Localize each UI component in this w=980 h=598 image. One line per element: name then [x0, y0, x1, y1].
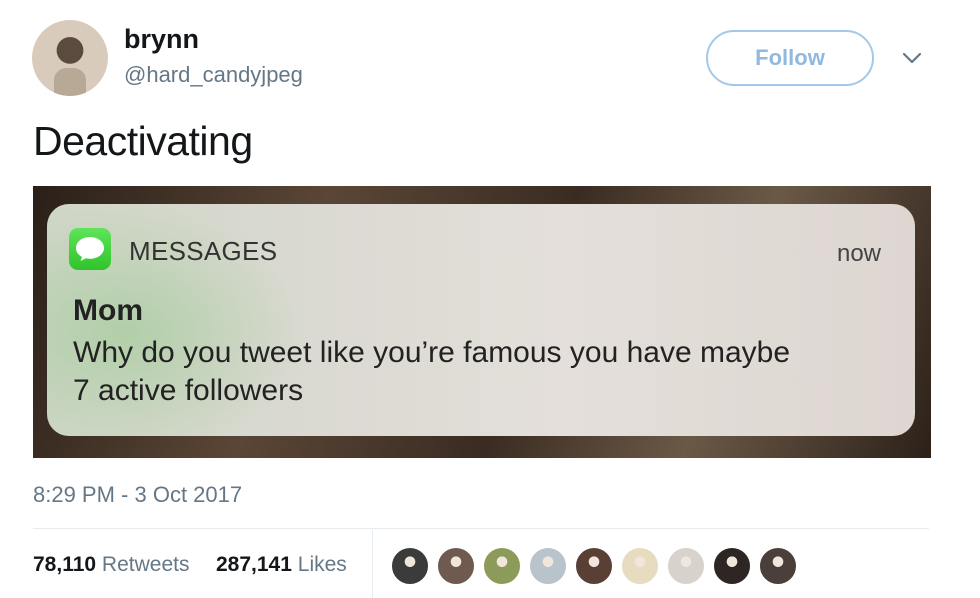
divider — [33, 528, 929, 529]
likes-label: Likes — [297, 553, 347, 576]
likes-count: 287,141 — [216, 553, 292, 576]
retweets-label: Retweets — [101, 553, 190, 576]
messages-icon — [69, 228, 111, 270]
tweet-text: Deactivating — [33, 118, 253, 164]
tweet-media-image[interactable]: MESSAGES now Mom Why do you tweet like y… — [33, 186, 931, 458]
notification-card: MESSAGES now Mom Why do you tweet like y… — [47, 204, 915, 436]
retweets-stat[interactable]: 78,110 Retweets — [33, 553, 189, 577]
liker-avatar[interactable] — [390, 546, 430, 586]
liker-avatar[interactable] — [712, 546, 752, 586]
user-avatar[interactable] — [32, 20, 108, 96]
likes-stat[interactable]: 287,141 Likes — [216, 553, 347, 577]
user-handle[interactable]: @hard_candyjpeg — [124, 62, 303, 88]
follow-button[interactable]: Follow — [706, 30, 874, 86]
notification-app-name: MESSAGES — [129, 236, 278, 266]
liker-avatar[interactable] — [436, 546, 476, 586]
liker-avatar[interactable] — [482, 546, 522, 586]
divider — [372, 530, 373, 598]
chevron-down-icon[interactable] — [900, 46, 924, 70]
notification-sender: Mom — [73, 294, 143, 327]
liker-avatar[interactable] — [666, 546, 706, 586]
liker-avatar[interactable] — [574, 546, 614, 586]
liker-avatar[interactable] — [528, 546, 568, 586]
liker-avatar[interactable] — [758, 546, 798, 586]
tweet-timestamp[interactable]: 8:29 PM - 3 Oct 2017 — [33, 482, 242, 508]
display-name[interactable]: brynn — [124, 24, 199, 55]
retweets-count: 78,110 — [33, 553, 97, 576]
notification-body-line: 7 active followers — [73, 374, 304, 407]
liker-avatar[interactable] — [620, 546, 660, 586]
notification-time: now — [836, 240, 881, 267]
notification-body-line: Why do you tweet like you’re famous you … — [73, 336, 791, 369]
